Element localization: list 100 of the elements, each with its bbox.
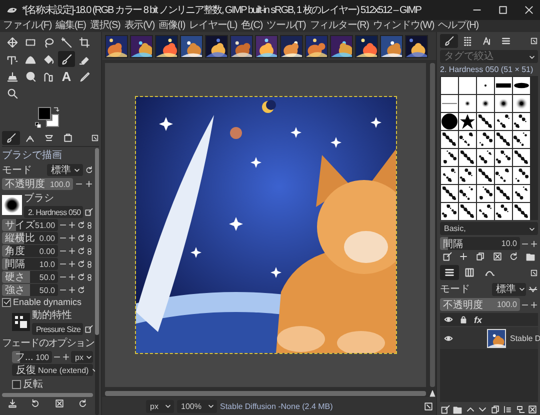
option-slider[interactable]: 強さ 50.0 — [2, 284, 58, 296]
plus-icon[interactable] — [68, 234, 76, 242]
raise-icon[interactable] — [466, 405, 475, 414]
menu-item[interactable]: 色(C) — [241, 20, 263, 32]
repeat-dropdown[interactable]: 反復 None (extend) — [12, 364, 93, 376]
save-icon[interactable] — [8, 399, 18, 408]
close-icon[interactable] — [524, 5, 534, 15]
vertical-scrollbar[interactable] — [430, 63, 435, 387]
plus-icon[interactable] — [68, 221, 76, 229]
menu-item[interactable]: 表示(V) — [124, 20, 155, 32]
open-folder-icon[interactable] — [526, 252, 536, 261]
unit-dropdown[interactable]: px — [71, 351, 93, 363]
brush-thumbnail[interactable] — [477, 149, 494, 166]
plus-icon[interactable] — [68, 260, 76, 268]
plus-icon[interactable] — [68, 286, 76, 294]
vertical-scrollbar[interactable] — [95, 148, 99, 415]
merge-icon[interactable] — [503, 405, 512, 414]
paintbrush-tool[interactable] — [58, 51, 75, 67]
edit-icon[interactable] — [442, 252, 452, 261]
brush-thumbnail[interactable] — [477, 167, 494, 184]
tab-menu-icon[interactable] — [530, 268, 538, 276]
plus-icon[interactable] — [62, 353, 70, 361]
brush-thumbnail[interactable] — [441, 203, 458, 220]
image-tab[interactable] — [280, 34, 303, 58]
brush-thumbnail[interactable] — [513, 185, 530, 202]
brush-thumbnail[interactable] — [441, 113, 458, 130]
image-tab[interactable] — [155, 34, 178, 58]
maximize-icon[interactable] — [498, 5, 508, 15]
brush-thumbnail[interactable] — [513, 203, 530, 220]
option-slider[interactable]: 硬さ 50.0 — [2, 271, 58, 283]
mode-dropdown[interactable]: 標準 — [492, 282, 526, 296]
delete-icon[interactable] — [492, 252, 502, 261]
image-tab[interactable] — [205, 34, 228, 58]
chain-icon[interactable] — [86, 220, 93, 230]
default-colors-icon[interactable] — [35, 122, 41, 128]
dynamics-name-field[interactable]: Pressure Size — [32, 323, 83, 335]
brush-thumbnail[interactable] — [513, 149, 530, 166]
image-tab[interactable] — [305, 34, 328, 58]
anchor-icon[interactable] — [516, 405, 525, 414]
plus-icon[interactable] — [530, 240, 538, 248]
brush-thumbnail[interactable] — [441, 149, 458, 166]
dynamics-preview[interactable] — [12, 312, 30, 330]
reset-icon[interactable] — [78, 399, 87, 408]
new-layer-icon[interactable] — [440, 405, 450, 414]
menu-item[interactable]: ファイル(F) — [3, 20, 52, 32]
brush-thumbnail[interactable] — [495, 131, 512, 148]
image-tab[interactable] — [355, 34, 378, 58]
edit-icon[interactable] — [85, 325, 93, 333]
foreground-color[interactable] — [38, 107, 51, 120]
image-tab[interactable] — [330, 34, 353, 58]
menu-item[interactable]: 編集(E) — [56, 20, 86, 32]
menu-item[interactable]: フィルター(R) — [310, 20, 369, 32]
text-tool[interactable]: A — [58, 68, 75, 84]
tool-options-tab[interactable] — [2, 131, 20, 145]
reset-icon[interactable] — [85, 166, 93, 174]
tab-menu-icon[interactable] — [530, 37, 538, 45]
swap-colors-icon[interactable] — [53, 106, 60, 113]
reset-icon[interactable] — [77, 247, 85, 255]
brush-thumbnail[interactable] — [459, 203, 476, 220]
menu-item[interactable]: レイヤー(L) — [189, 20, 238, 32]
navigate-icon[interactable] — [424, 402, 433, 410]
unit-dropdown[interactable]: px — [146, 400, 174, 412]
layer-row[interactable]: Stable D — [440, 327, 538, 349]
brush-thumbnail[interactable] — [513, 95, 530, 112]
option-slider[interactable]: 角度 0.00 — [2, 245, 58, 257]
reset-icon[interactable] — [77, 260, 85, 268]
lower-icon[interactable] — [478, 405, 488, 414]
brush-thumbnail[interactable] — [477, 185, 494, 202]
brush-thumbnail[interactable] — [459, 149, 476, 166]
duplicate-icon[interactable] — [490, 405, 500, 414]
checkbox[interactable] — [12, 380, 21, 388]
image-tab[interactable] — [230, 34, 253, 58]
menu-item[interactable]: 選択(S) — [90, 20, 120, 32]
plus-icon[interactable] — [68, 247, 76, 255]
layer-mode-icon[interactable] — [528, 284, 538, 294]
option-slider[interactable]: 縦横比 0.00 — [2, 232, 58, 244]
brush-thumbnail[interactable] — [495, 149, 512, 166]
option-slider[interactable]: サイズ51.00 — [2, 219, 58, 231]
brush-thumbnail[interactable] — [441, 167, 458, 184]
horizontal-scrollbar[interactable] — [105, 391, 426, 396]
horizontal-scrollbar[interactable] — [2, 393, 93, 397]
plus-icon[interactable] — [68, 273, 76, 281]
brush-thumbnail[interactable] — [459, 113, 476, 130]
image-tab[interactable] — [130, 34, 153, 58]
zoom-dropdown[interactable]: 100% — [177, 400, 217, 412]
plus-icon[interactable] — [85, 180, 93, 188]
brush-thumbnail[interactable] — [459, 131, 476, 148]
spacing-slider[interactable]: 間隔 10.0 — [440, 237, 520, 250]
option-slider[interactable]: 間隔 10.0 — [2, 258, 58, 270]
chain-icon[interactable] — [86, 246, 93, 256]
menu-item[interactable]: ウィンドウ(W) — [372, 20, 434, 32]
brush-thumbnail[interactable] — [477, 113, 494, 130]
brush-thumbnail[interactable] — [441, 185, 458, 202]
brush-thumbnail[interactable] — [495, 113, 512, 130]
image-tab[interactable] — [405, 34, 428, 58]
reset-icon[interactable] — [77, 221, 85, 229]
brush-name-field[interactable]: 2. Hardness 050 — [24, 206, 83, 218]
eye-icon[interactable] — [444, 334, 453, 342]
new-group-icon[interactable] — [453, 405, 462, 414]
brush-thumbnail[interactable] — [477, 131, 494, 148]
